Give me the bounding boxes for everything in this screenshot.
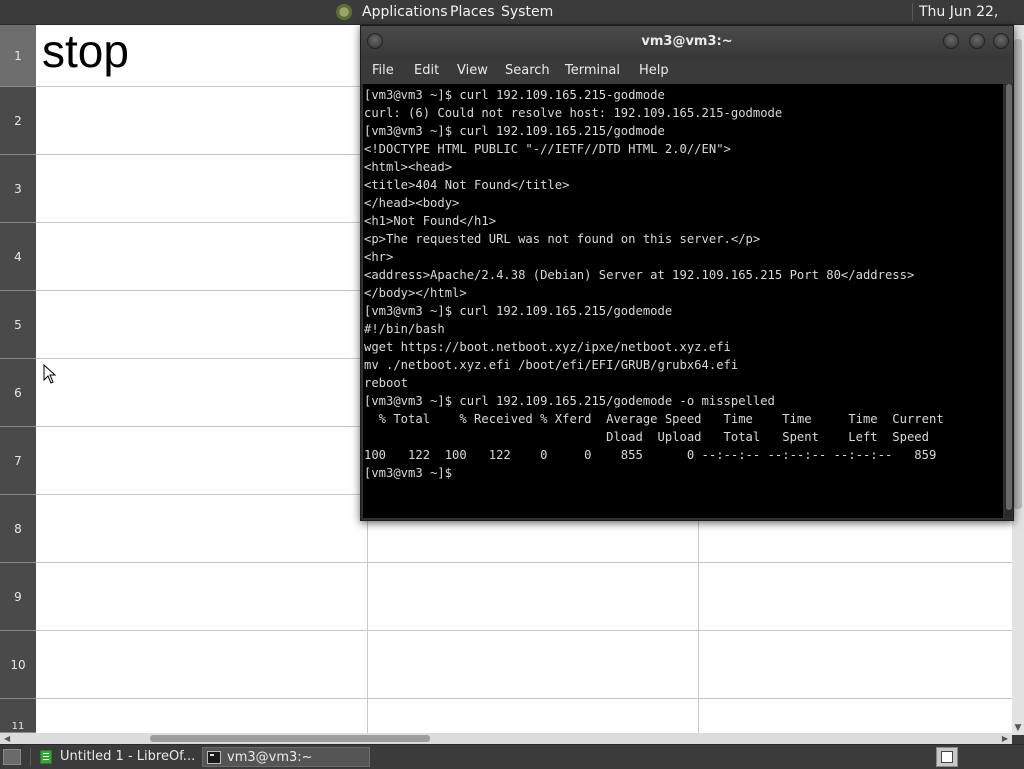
terminal-scrollbar[interactable] [1005,84,1013,518]
horizontal-scrollbar[interactable]: ◀ ▶ [0,733,1012,744]
row-header-6[interactable]: 6 [0,359,36,427]
cell-a1[interactable]: stop [42,25,129,83]
terminal-line: <!DOCTYPE HTML PUBLIC "-//IETF//DTD HTML… [364,142,731,156]
row-header-8[interactable]: 8 [0,495,36,563]
terminal-line: % Total % Received % Xferd Average Speed… [364,412,944,426]
menu-view[interactable]: View [457,58,488,84]
menu-help[interactable]: Help [639,58,669,84]
taskbar-item-label: Untitled 1 - LibreOf... [60,749,196,764]
terminal-line: <p>The requested URL was not found on th… [364,232,761,246]
terminal-line: Dload Upload Total Spent Left Speed [364,430,929,444]
terminal-line: [vm3@vm3 ~]$ curl 192.109.165.215/godemo… [364,394,775,408]
terminal-line: reboot [364,376,409,390]
terminal-lines: [vm3@vm3 ~]$ curl 192.109.165.215-godmod… [363,84,1003,482]
distro-logo-icon[interactable] [336,3,354,21]
clock[interactable]: Thu Jun 22, 16:59 [919,0,1024,44]
terminal-line: [vm3@vm3 ~]$ curl 192.109.165.215-godmod… [364,88,665,102]
terminal-line: mv ./netboot.xyz.efi /boot/efi/EFI/GRUB/… [364,358,739,372]
terminal-titlebar[interactable]: vm3@vm3:~ [361,26,1013,58]
places-menu[interactable]: Places [450,0,495,24]
menu-edit[interactable]: Edit [414,58,439,84]
terminal-line: <html><head> [364,160,453,174]
row-header-10[interactable]: 10 [0,631,36,699]
taskbar-item-libreoffice[interactable]: Untitled 1 - LibreOf... [36,747,200,767]
row-gridline [36,698,1012,699]
scroll-left-arrow-icon[interactable]: ◀ [4,733,10,744]
taskbar-item-label: vm3@vm3:~ [227,750,313,765]
show-desktop-icon[interactable] [3,749,21,765]
vertical-scrollbar-thumb[interactable] [1014,39,1022,509]
terminal-line: [vm3@vm3 ~]$ [364,464,1003,482]
terminal-line: curl: (6) Could not resolve host: 192.10… [364,106,783,120]
terminal-icon [207,751,221,764]
terminal-line: </head><body> [364,196,460,210]
terminal-line: [vm3@vm3 ~]$ curl 192.109.165.215/godemo… [364,304,673,318]
applications-menu[interactable]: Applications [362,0,448,24]
terminal-window[interactable]: vm3@vm3:~ File Edit View Search Terminal… [360,25,1014,521]
horizontal-scrollbar-thumb[interactable] [150,735,430,742]
terminal-line: <h1>Not Found</h1> [364,214,497,228]
row-gridline [36,630,1012,631]
terminal-line: <title>404 Not Found</title> [364,178,570,192]
row-header-9[interactable]: 9 [0,563,36,631]
row-header-4[interactable]: 4 [0,223,36,291]
menu-search[interactable]: Search [505,58,550,84]
bottom-panel: Untitled 1 - LibreOf... vm3@vm3:~ [0,744,1024,769]
row-header-11[interactable]: 11 [0,699,36,733]
row-header-1[interactable]: 1 [0,25,36,87]
taskbar-item-terminal[interactable]: vm3@vm3:~ [202,747,370,767]
row-gridline [36,562,1012,563]
scroll-right-arrow-icon[interactable]: ▶ [1002,733,1008,744]
workspace-1[interactable] [941,751,953,763]
minimize-icon[interactable] [943,33,959,49]
top-panel: Applications Places System Thu Jun 22, 1… [0,0,1024,44]
row-header-5[interactable]: 5 [0,291,36,359]
panel-separator [912,3,913,21]
maximize-icon[interactable] [969,33,985,49]
terminal-line: <hr> [364,250,394,264]
row-header-2[interactable]: 2 [0,87,36,155]
panel-separator [30,748,31,766]
terminal-line: wget https://boot.netboot.xyz/ipxe/netbo… [364,340,731,354]
workspace-switcher-icon[interactable] [936,747,958,767]
mouse-pointer-icon [43,364,57,384]
terminal-line: #!/bin/bash [364,322,445,336]
terminal-line: 100 122 100 122 0 0 855 0 --:--:-- --:--… [364,448,937,462]
terminal-menubar: File Edit View Search Terminal Help [361,58,1013,84]
terminal-line: [vm3@vm3 ~]$ curl 192.109.165.215/godmod… [364,124,665,138]
terminal-line: <address>Apache/2.4.38 (Debian) Server a… [364,268,915,282]
terminal-line: </body></html> [364,286,467,300]
scroll-down-arrow-icon[interactable]: ▼ [1014,723,1022,733]
row-header-3[interactable]: 3 [0,155,36,223]
terminal-output[interactable]: [vm3@vm3 ~]$ curl 192.109.165.215-godmod… [363,84,1003,518]
close-icon[interactable] [993,33,1009,49]
system-menu[interactable]: System [501,0,553,24]
menu-terminal[interactable]: Terminal [565,58,620,84]
libreoffice-calc-icon [40,750,52,764]
menu-file[interactable]: File [372,58,394,84]
window-title: vm3@vm3:~ [641,34,733,49]
terminal-scrollbar-thumb[interactable] [1006,84,1012,510]
row-header-7[interactable]: 7 [0,427,36,495]
